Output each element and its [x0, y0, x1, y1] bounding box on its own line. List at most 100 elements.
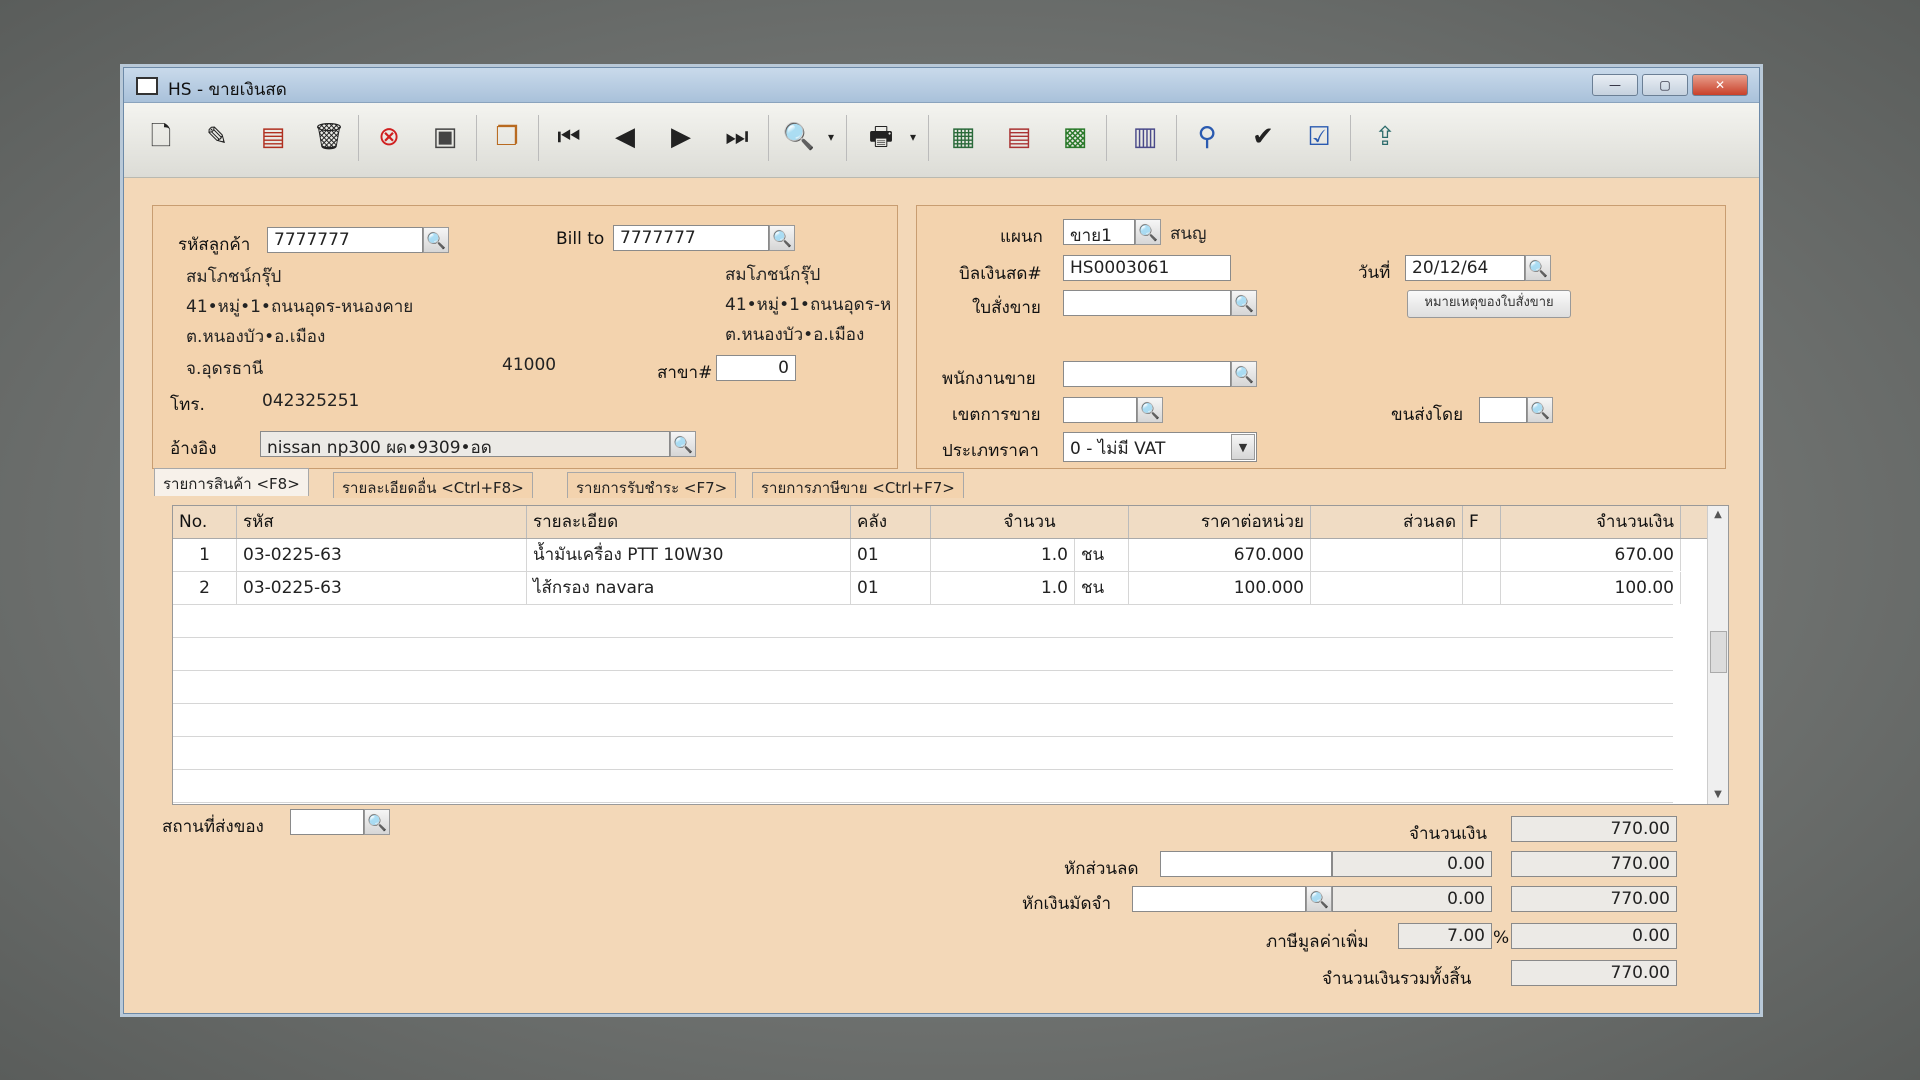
table-row-empty[interactable]: [173, 605, 1673, 638]
search-icon[interactable]: 🔍: [778, 115, 820, 159]
row-discount: [1311, 572, 1463, 604]
department-name: สนญ: [1170, 224, 1207, 244]
scroll-thumb[interactable]: [1710, 631, 1727, 673]
report-icon[interactable]: ▥: [1124, 115, 1166, 159]
price-type-select[interactable]: 0 - ไม่มี VAT: [1063, 432, 1257, 462]
tab-other-details[interactable]: รายละเอียดอื่น <Ctrl+F8>: [333, 472, 533, 498]
title-bar[interactable]: HS - ขายเงินสด — ▢ ✕: [124, 68, 1759, 103]
delete-icon[interactable]: 🗑: [308, 115, 350, 159]
reference-input[interactable]: nissan np300 ผด•9309•อด: [260, 431, 670, 457]
previous-record-icon[interactable]: ◀: [604, 115, 646, 159]
branch-input[interactable]: 0: [716, 355, 796, 381]
export-icon[interactable]: ⇪: [1364, 115, 1406, 159]
scroll-up-icon[interactable]: ▲: [1708, 506, 1728, 524]
vat-rate-input[interactable]: 7.00: [1398, 923, 1492, 949]
vat-label: ภาษีมูลค่าเพิ่ม: [1266, 932, 1369, 952]
sales-area-lookup-icon[interactable]: 🔍: [1137, 397, 1163, 423]
discount-input[interactable]: [1160, 851, 1332, 877]
new-icon[interactable]: 🗋: [140, 115, 182, 159]
sales-order-lookup-icon[interactable]: 🔍: [1231, 290, 1257, 316]
register-icon[interactable]: ▤: [998, 115, 1040, 159]
row-desc: ไส้กรอง navara: [527, 572, 851, 604]
col-quantity[interactable]: จำนวน: [931, 506, 1129, 538]
col-desc[interactable]: รายละเอียด: [527, 506, 851, 538]
department-input[interactable]: ขาย1: [1063, 219, 1135, 245]
sales-order-input[interactable]: [1063, 290, 1231, 316]
customer-code-input[interactable]: 7777777: [267, 227, 423, 253]
bill-no-input[interactable]: HS0003061: [1063, 255, 1231, 281]
ship-by-lookup-icon[interactable]: 🔍: [1527, 397, 1553, 423]
row-amount: 100.00: [1501, 572, 1681, 604]
bill-to-input[interactable]: 7777777: [613, 225, 769, 251]
deposit-label: หักเงินมัดจำ: [1022, 894, 1111, 914]
tab-sales-tax[interactable]: รายการภาษีขาย <Ctrl+F7>: [752, 472, 964, 498]
minimize-button[interactable]: —: [1592, 74, 1638, 96]
order-note-button[interactable]: หมายเหตุของใบสั่งขาย: [1407, 290, 1571, 318]
row-unit: ชน: [1075, 572, 1129, 604]
table-row[interactable]: 1 03-0225-63 น้ำมันเครื่อง PTT 10W30 01 …: [173, 539, 1681, 572]
col-code[interactable]: รหัส: [237, 506, 527, 538]
scroll-down-icon[interactable]: ▼: [1708, 786, 1728, 804]
next-record-icon[interactable]: ▶: [660, 115, 702, 159]
row-no: 1: [173, 539, 237, 571]
billto-address2: ต.หนองบัว•อ.เมือง: [725, 325, 865, 345]
grid-scrollbar[interactable]: ▲ ▼: [1707, 506, 1728, 804]
approve-icon[interactable]: ✔: [1242, 115, 1284, 159]
calculator-icon[interactable]: ▦: [942, 115, 984, 159]
col-amount[interactable]: จำนวนเงิน: [1501, 506, 1681, 538]
phone-value: 042325251: [262, 391, 360, 411]
customer-lookup-icon[interactable]: 🔍: [423, 227, 449, 253]
close-button[interactable]: ✕: [1692, 74, 1748, 96]
customer-postcode: 41000: [502, 355, 557, 375]
salesman-input[interactable]: [1063, 361, 1231, 387]
items-grid: No. รหัส รายละเอียด คลัง จำนวน ราคาต่อหน…: [172, 505, 1729, 805]
table-row-empty[interactable]: [173, 770, 1673, 803]
cancel-icon[interactable]: ⊗: [368, 115, 410, 159]
chevron-down-icon[interactable]: ▼: [1231, 434, 1255, 460]
edit-icon[interactable]: ✎: [196, 115, 238, 159]
date-input[interactable]: 20/12/64: [1405, 255, 1525, 281]
print-dropdown-icon[interactable]: ▾: [906, 115, 920, 159]
tab-payments[interactable]: รายการรับชำระ <F7>: [567, 472, 737, 498]
row-no: 2: [173, 572, 237, 604]
deposit-lookup-icon[interactable]: 🔍: [1306, 886, 1332, 912]
save-icon[interactable]: ▣: [424, 115, 466, 159]
table-row[interactable]: 2 03-0225-63 ไส้กรอง navara 01 1.0 ชน 10…: [173, 572, 1681, 605]
row-price: 100.000: [1129, 572, 1311, 604]
sales-area-input[interactable]: [1063, 397, 1137, 423]
department-lookup-icon[interactable]: 🔍: [1135, 219, 1161, 245]
last-record-icon[interactable]: ⏭: [716, 115, 758, 159]
col-warehouse[interactable]: คลัง: [851, 506, 931, 538]
bill-to-lookup-icon[interactable]: 🔍: [769, 225, 795, 251]
date-picker-icon[interactable]: 🔍: [1525, 255, 1551, 281]
ship-place-lookup-icon[interactable]: 🔍: [364, 809, 390, 835]
customer-address1: 41•หมู่•1•ถนนอุดร-หนองคาย: [186, 297, 414, 317]
phone-label: โทร.: [170, 395, 205, 415]
table-row-empty[interactable]: [173, 704, 1673, 737]
col-discount[interactable]: ส่วนลด: [1311, 506, 1463, 538]
reference-lookup-icon[interactable]: 🔍: [670, 431, 696, 457]
col-flag[interactable]: F: [1463, 506, 1501, 538]
stamp-ok-icon[interactable]: ⚲: [1186, 115, 1228, 159]
ship-place-input[interactable]: [290, 809, 364, 835]
first-record-icon[interactable]: ⏮: [548, 115, 590, 159]
customer-code-label: รหัสลูกค้า: [178, 235, 251, 255]
table-row-empty[interactable]: [173, 671, 1673, 704]
col-unit-price[interactable]: ราคาต่อหน่วย: [1129, 506, 1311, 538]
ok-icon[interactable]: ☑: [1298, 115, 1340, 159]
table-row-empty[interactable]: [173, 737, 1673, 770]
billto-address1: 41•หมู่•1•ถนนอุดร-ห: [725, 295, 892, 315]
table-row-empty[interactable]: [173, 638, 1673, 671]
search-dropdown-icon[interactable]: ▾: [824, 115, 838, 159]
ship-by-input[interactable]: [1479, 397, 1527, 423]
salesman-lookup-icon[interactable]: 🔍: [1231, 361, 1257, 387]
invoice-icon[interactable]: ▤: [252, 115, 294, 159]
cash-icon[interactable]: ▩: [1054, 115, 1096, 159]
col-no[interactable]: No.: [173, 506, 237, 538]
tab-items[interactable]: รายการสินค้า <F8>: [154, 468, 309, 496]
maximize-button[interactable]: ▢: [1642, 74, 1688, 96]
print-icon[interactable]: 🖶: [860, 115, 902, 159]
deposit-input[interactable]: [1132, 886, 1306, 912]
copy-icon[interactable]: ❐: [486, 115, 528, 159]
discount-value: 0.00: [1332, 851, 1492, 877]
